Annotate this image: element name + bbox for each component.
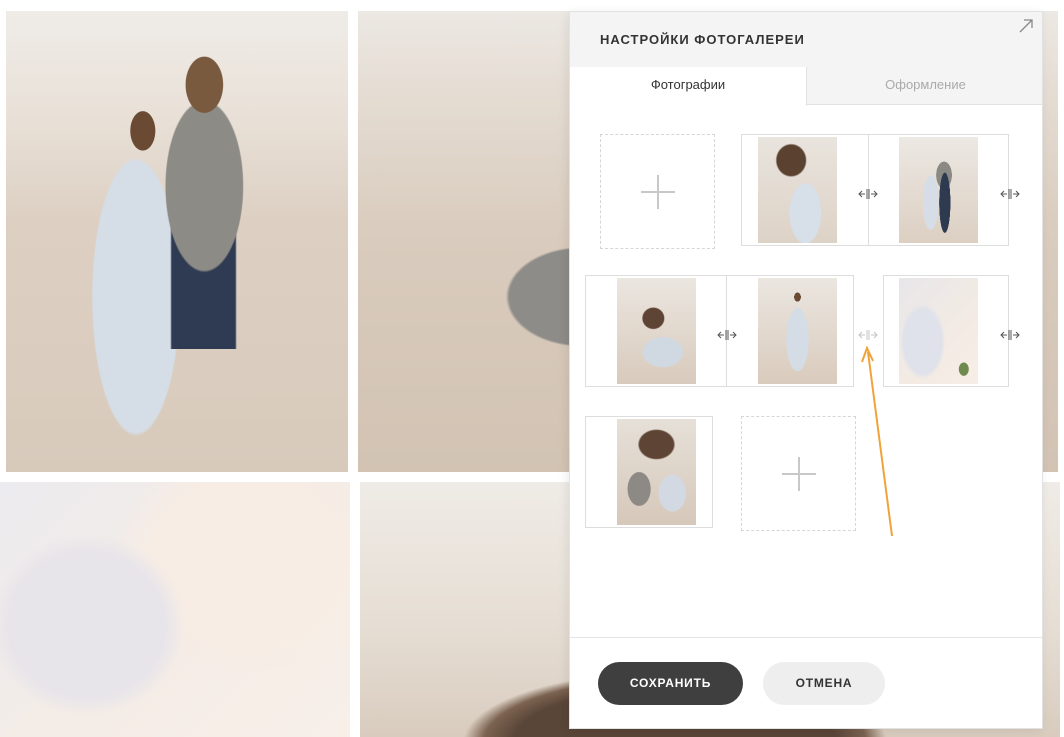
expand-arrow-icon[interactable] (1018, 18, 1034, 34)
photo-cell-bride-standing[interactable] (727, 276, 853, 386)
gallery-photo-dress-detail (0, 482, 350, 737)
resize-horizontal-icon[interactable] (1000, 329, 1020, 341)
panel-title: НАСТРОЙКИ ФОТОГАЛЕРЕИ (600, 32, 805, 47)
gallery-settings-panel: НАСТРОЙКИ ФОТОГАЛЕРЕИ Фотографии Оформле… (569, 11, 1043, 729)
photo-cell-couple-kiss[interactable] (585, 416, 713, 528)
resize-horizontal-icon[interactable] (1000, 188, 1020, 200)
tab-photos[interactable]: Фотографии (570, 67, 807, 106)
gallery-photo-couple-standing (6, 11, 348, 472)
thumbnail-couple-kiss (617, 419, 696, 525)
thumbnail-bride-standing (758, 278, 837, 384)
thumbnail-couple-standing (899, 137, 978, 243)
panel-header: НАСТРОЙКИ ФОТОГАЛЕРЕИ (570, 12, 1042, 67)
photo-cell-dress-bouquet[interactable] (883, 275, 1009, 387)
save-button[interactable]: СОХРАНИТЬ (598, 662, 743, 705)
thumbnail-couple-lying (617, 278, 696, 384)
tab-design[interactable]: Оформление (807, 67, 1044, 105)
photo-cell-couple-standing[interactable] (869, 135, 1008, 245)
thumbnail-dress-bouquet (899, 278, 978, 384)
photo-cell-couple-lying[interactable] (586, 276, 726, 386)
panel-footer: СОХРАНИТЬ ОТМЕНА (570, 637, 1042, 728)
resize-horizontal-icon[interactable] (858, 188, 878, 200)
thumbnail-wind-hair (758, 137, 837, 243)
panel-tabs: Фотографии Оформление (570, 67, 1044, 106)
add-photo-button[interactable] (600, 134, 715, 249)
add-photo-button[interactable] (741, 416, 856, 531)
photo-cell-wind-hair[interactable] (742, 135, 868, 245)
plus-icon (781, 456, 816, 491)
resize-horizontal-icon[interactable] (717, 329, 737, 341)
cancel-button[interactable]: ОТМЕНА (763, 662, 885, 705)
resize-horizontal-icon-faded[interactable] (858, 329, 878, 341)
plus-icon (640, 174, 675, 209)
